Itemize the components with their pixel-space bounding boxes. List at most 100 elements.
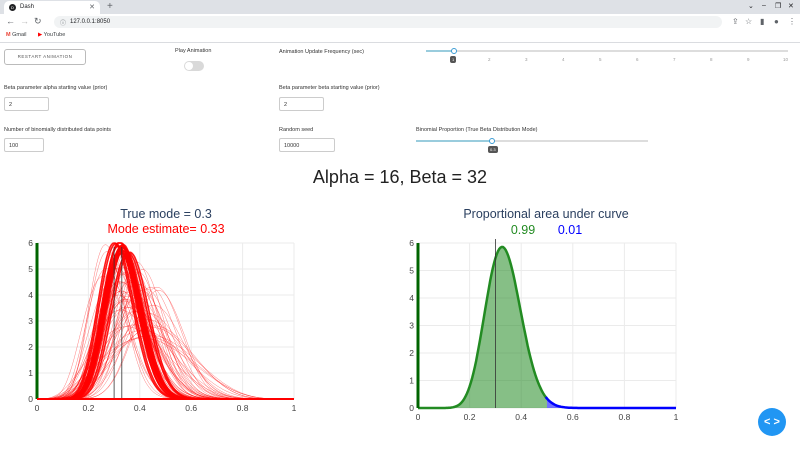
n-points-input[interactable]: 100 [4, 138, 44, 152]
left-chart: True mode = 0.3 Mode estimate= 0.33 0 1 2 3… [28, 207, 297, 413]
y-tick-label: 1 [409, 376, 414, 386]
beta-label: Beta parameter beta starting value (prio… [279, 85, 380, 91]
bookmark-label: Gmail [12, 32, 27, 38]
y-tick-label: 4 [28, 290, 33, 300]
x-tick-label: 0 [35, 403, 40, 413]
alpha-beta-headline: Alpha = 16, Beta = 32 [312, 167, 488, 187]
tab-search-icon[interactable]: ⌄ [748, 2, 754, 10]
y-tick-label: 5 [409, 266, 414, 276]
bookmark-youtube[interactable]: ▶ YouTube [38, 32, 65, 38]
new-tab-icon[interactable]: + [107, 1, 113, 12]
y-tick-label: 6 [409, 238, 414, 248]
share-icon[interactable]: ⇪ [732, 17, 739, 26]
right-chart-grid [417, 242, 677, 409]
seed-input[interactable]: 10000 [279, 138, 335, 152]
freq-tick: 8 [710, 57, 713, 62]
posterior-curve [37, 272, 294, 400]
y-tick-label: 2 [409, 348, 414, 358]
freq-tick: 10 [783, 57, 789, 62]
freq-tick: 2 [488, 57, 491, 62]
x-tick-label: 0.4 [134, 403, 146, 413]
back-icon[interactable]: ← [6, 16, 15, 26]
x-tick-label: 0.4 [515, 412, 527, 422]
seed-label: Random seed [279, 127, 314, 133]
freq-tick: 9 [747, 57, 750, 62]
profile-icon[interactable]: ● [774, 17, 779, 26]
browser-tab[interactable]: D Dash ✕ [4, 1, 100, 14]
forward-icon[interactable]: → [20, 16, 29, 26]
n-points-label: Number of binomially distributed data po… [4, 127, 112, 133]
left-chart-subtitle: Mode estimate= 0.33 [107, 222, 224, 236]
restore-icon[interactable]: ❐ [775, 2, 781, 10]
y-tick-label: 0 [409, 403, 414, 413]
info-icon[interactable]: ⓘ [60, 18, 66, 27]
posterior-curve [37, 289, 294, 400]
side-panel-icon[interactable]: ▮ [760, 17, 764, 26]
y-tick-label: 5 [28, 264, 33, 274]
bookmark-star-icon[interactable]: ☆ [745, 17, 752, 26]
freq-tick: 6 [636, 57, 639, 62]
bookmark-label: YouTube [43, 32, 66, 38]
right-chart: Proportional area under curve 0.99 0.01 … [409, 207, 679, 422]
freq-tick: 5 [599, 57, 602, 62]
right-chart-title: Proportional area under curve [463, 207, 628, 221]
x-tick-label: 0.2 [464, 412, 476, 422]
bookmark-gmail[interactable]: M Gmail [6, 32, 27, 38]
freq-slider-value: 1 [450, 56, 457, 63]
restart-animation-button[interactable]: RESTART ANIMATION [4, 49, 86, 65]
freq-label: Animation Update Frequency (sec) [279, 49, 364, 55]
proportion-label: Binomial Proportion (True Beta Distribut… [416, 127, 538, 133]
left-area-value: 0.99 [511, 223, 535, 237]
tab-title: Dash [20, 4, 35, 10]
x-tick-label: 0.2 [82, 403, 94, 413]
x-tick-label: 1 [674, 412, 679, 422]
left-chart-title: True mode = 0.3 [120, 207, 212, 221]
freq-tick: 4 [562, 57, 565, 62]
y-tick-label: 1 [28, 368, 33, 378]
freq-slider-fill [426, 50, 454, 52]
minimize-icon[interactable]: – [762, 2, 766, 9]
x-tick-label: 0.6 [185, 403, 197, 413]
proportion-slider-value: 0.3 [488, 146, 498, 153]
posterior-curve [37, 274, 294, 400]
proportion-slider-fill [416, 140, 492, 142]
toggle-knob [185, 62, 193, 70]
beta-input[interactable]: 2 [279, 97, 324, 111]
y-tick-label: 6 [28, 238, 33, 248]
freq-slider-track[interactable] [426, 50, 788, 52]
y-tick-label: 0 [28, 394, 33, 404]
close-tab-icon[interactable]: ✕ [89, 3, 95, 11]
y-tick-label: 4 [409, 293, 414, 303]
menu-icon[interactable]: ⋮ [788, 17, 796, 26]
freq-tick: 3 [525, 57, 528, 62]
x-tick-label: 0 [416, 412, 421, 422]
y-tick-label: 3 [409, 321, 414, 331]
dash-devtools-button[interactable]: < > [758, 408, 786, 436]
youtube-icon: ▶ [38, 32, 43, 38]
alpha-input[interactable]: 2 [4, 97, 49, 111]
freq-tick: 7 [673, 57, 676, 62]
posterior-curve [37, 289, 294, 400]
close-window-icon[interactable]: ✕ [788, 2, 794, 10]
x-tick-label: 0.8 [618, 412, 630, 422]
density-curve-right [544, 396, 676, 410]
right-chart-areas [418, 245, 676, 410]
x-tick-label: 1 [292, 403, 297, 413]
x-tick-label: 0.8 [237, 403, 249, 413]
play-animation-label: Play Animation [175, 48, 212, 54]
browser-tabstrip [0, 0, 800, 14]
x-tick-label: 0.6 [567, 412, 579, 422]
proportion-slider-handle[interactable] [489, 138, 495, 144]
gmail-icon: M [6, 32, 11, 38]
address-bar[interactable]: ⓘ 127.0.0.1:8050 [54, 16, 722, 28]
posterior-curve [37, 290, 294, 400]
dash-favicon-icon: D [9, 4, 16, 11]
play-animation-toggle[interactable] [184, 61, 204, 71]
freq-slider-handle[interactable] [451, 48, 457, 54]
y-tick-label: 3 [28, 316, 33, 326]
url-text: 127.0.0.1:8050 [70, 19, 111, 25]
posterior-curve [37, 290, 294, 400]
reload-icon[interactable]: ↻ [34, 16, 42, 27]
right-area-value: 0.01 [558, 223, 582, 237]
bookmarks-bar [0, 30, 800, 43]
